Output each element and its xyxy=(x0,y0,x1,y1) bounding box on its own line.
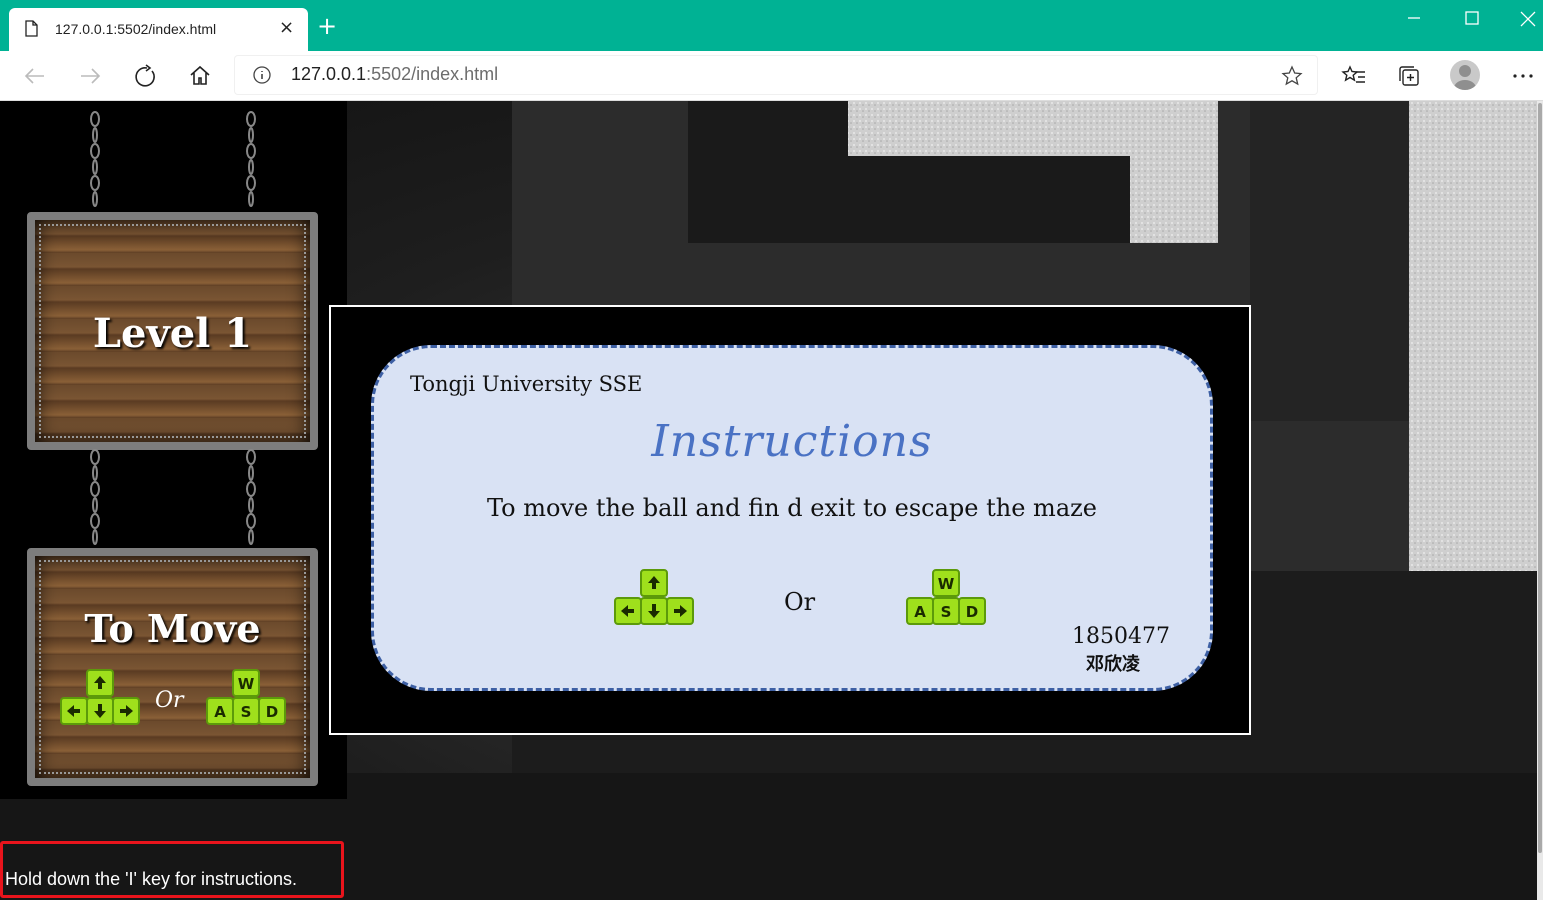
move-sign: To Move Or W A S D xyxy=(27,548,318,786)
instructions-card: Tongji University SSE Instructions To mo… xyxy=(371,345,1213,691)
browser-title-bar: 127.0.0.1:5502/index.html × + xyxy=(0,0,1543,51)
tab-title: 127.0.0.1:5502/index.html xyxy=(55,21,217,37)
favorites-list-icon[interactable] xyxy=(1341,63,1367,89)
instructions-description: To move the ball and fin d exit to escap… xyxy=(487,494,1097,522)
chain-icon xyxy=(246,111,256,207)
page-icon xyxy=(25,20,38,37)
level-sign: Level 1 xyxy=(27,212,318,450)
chain-icon xyxy=(90,449,100,545)
instructions-title: Instructions xyxy=(651,416,933,467)
student-name: 邓欣凌 xyxy=(1086,654,1140,675)
hint-highlight-box xyxy=(0,841,344,898)
svg-text:W: W xyxy=(938,575,955,593)
organization-label: Tongji University SSE xyxy=(410,372,643,396)
window-close-icon[interactable] xyxy=(1517,8,1539,30)
new-tab-button[interactable]: + xyxy=(317,14,337,38)
info-icon[interactable] xyxy=(253,66,271,84)
wasd-keys-icon: WA S D xyxy=(906,569,986,625)
refresh-icon[interactable] xyxy=(132,63,158,89)
game-viewport[interactable]: Level 1 To Move Or W A S D Tongji Univer… xyxy=(0,101,1543,900)
svg-text:A: A xyxy=(914,603,926,621)
minimize-icon[interactable] xyxy=(1404,8,1424,28)
scrollbar-thumb[interactable] xyxy=(1538,103,1542,853)
collections-icon[interactable] xyxy=(1396,63,1422,89)
arrow-keys-icon xyxy=(60,669,140,725)
url-path: :5502/index.html xyxy=(366,64,499,84)
svg-text:A: A xyxy=(214,703,226,721)
svg-text:W: W xyxy=(238,675,255,693)
level-label: Level 1 xyxy=(92,310,253,357)
instructions-or-label: Or xyxy=(784,588,816,616)
browser-toolbar: 127.0.0.1:5502/index.html xyxy=(0,51,1543,101)
student-id: 1850477 xyxy=(1072,624,1170,649)
profile-icon xyxy=(1454,65,1476,90)
chain-icon xyxy=(246,449,256,545)
instructions-modal: Tongji University SSE Instructions To mo… xyxy=(329,305,1251,735)
wasd-keys-icon: WA S D xyxy=(206,669,286,725)
signs-panel: Level 1 To Move Or W A S D xyxy=(0,101,347,799)
address-bar[interactable]: 127.0.0.1:5502/index.html xyxy=(235,56,1317,94)
home-icon[interactable] xyxy=(187,63,213,89)
svg-text:D: D xyxy=(266,703,278,721)
svg-text:D: D xyxy=(966,603,978,621)
profile-avatar[interactable] xyxy=(1450,60,1480,90)
svg-text:S: S xyxy=(241,703,252,721)
chain-icon xyxy=(90,111,100,207)
forward-icon[interactable] xyxy=(77,63,103,89)
scrollbar[interactable] xyxy=(1537,101,1543,900)
url-host: 127.0.0.1 xyxy=(291,64,367,84)
more-menu-icon[interactable] xyxy=(1510,63,1536,89)
svg-text:S: S xyxy=(941,603,952,621)
address-url[interactable]: 127.0.0.1:5502/index.html xyxy=(291,64,498,85)
favorite-star-icon[interactable] xyxy=(1281,65,1303,87)
move-label: To Move xyxy=(84,606,261,651)
back-icon[interactable] xyxy=(22,63,48,89)
arrow-keys-icon xyxy=(614,569,694,625)
tab-close-button[interactable]: × xyxy=(279,17,294,38)
sign-or-label: Or xyxy=(155,688,184,713)
browser-tab[interactable]: 127.0.0.1:5502/index.html × xyxy=(9,8,308,51)
maximize-icon[interactable] xyxy=(1462,8,1482,28)
